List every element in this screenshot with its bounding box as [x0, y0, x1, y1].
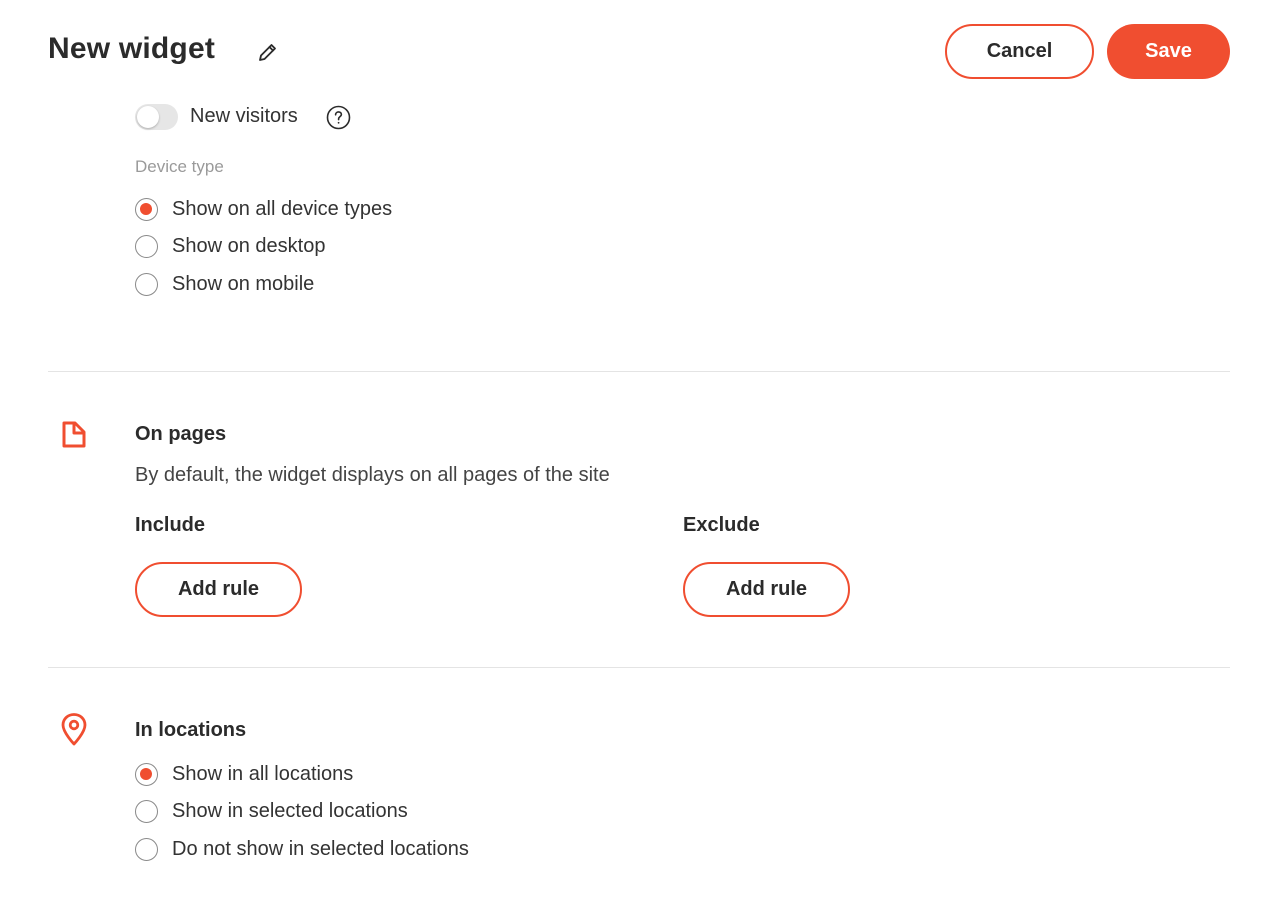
new-visitors-label: New visitors [190, 105, 298, 127]
section-divider [48, 667, 1230, 668]
radio-all-locations[interactable]: Show in all locations [135, 760, 353, 788]
exclude-label: Exclude [683, 514, 760, 536]
exclude-add-rule-button[interactable]: Add rule [683, 562, 850, 617]
device-type-label: Device type [135, 157, 224, 176]
radio-button[interactable] [135, 799, 158, 823]
on-pages-title: On pages [135, 423, 227, 445]
on-pages-description: By default, the widget displays on all p… [135, 464, 610, 486]
radio-label: Show on desktop [172, 234, 326, 257]
radio-label: Show in selected locations [172, 799, 408, 822]
include-add-rule-button[interactable]: Add rule [135, 562, 302, 617]
help-icon[interactable] [326, 105, 351, 130]
radio-label: Do not show in selected locations [172, 837, 469, 860]
radio-all-devices[interactable]: Show on all device types [135, 195, 392, 223]
location-pin-icon [60, 712, 88, 746]
radio-button[interactable] [135, 197, 158, 221]
radio-button[interactable] [135, 837, 158, 861]
in-locations-title: In locations [135, 719, 247, 741]
page-title: New widget [48, 32, 216, 65]
radio-button[interactable] [135, 762, 158, 786]
section-divider [48, 371, 1230, 372]
radio-button[interactable] [135, 234, 158, 258]
pencil-icon[interactable] [256, 40, 280, 64]
save-button[interactable]: Save [1107, 24, 1230, 79]
radio-label: Show on mobile [172, 272, 315, 295]
radio-not-selected-locations[interactable]: Do not show in selected locations [135, 835, 469, 863]
toggle-knob [137, 106, 159, 128]
include-label: Include [135, 514, 206, 536]
radio-mobile[interactable]: Show on mobile [135, 270, 314, 298]
cancel-button[interactable]: Cancel [945, 24, 1094, 79]
new-visitors-toggle[interactable] [135, 104, 178, 130]
page-header: New widget Cancel Save [0, 0, 1266, 100]
radio-selected-locations[interactable]: Show in selected locations [135, 797, 408, 825]
radio-desktop[interactable]: Show on desktop [135, 232, 325, 260]
radio-label: Show in all locations [172, 762, 354, 785]
radio-label: Show on all device types [172, 197, 393, 220]
radio-button[interactable] [135, 272, 158, 296]
page-icon [60, 419, 88, 451]
